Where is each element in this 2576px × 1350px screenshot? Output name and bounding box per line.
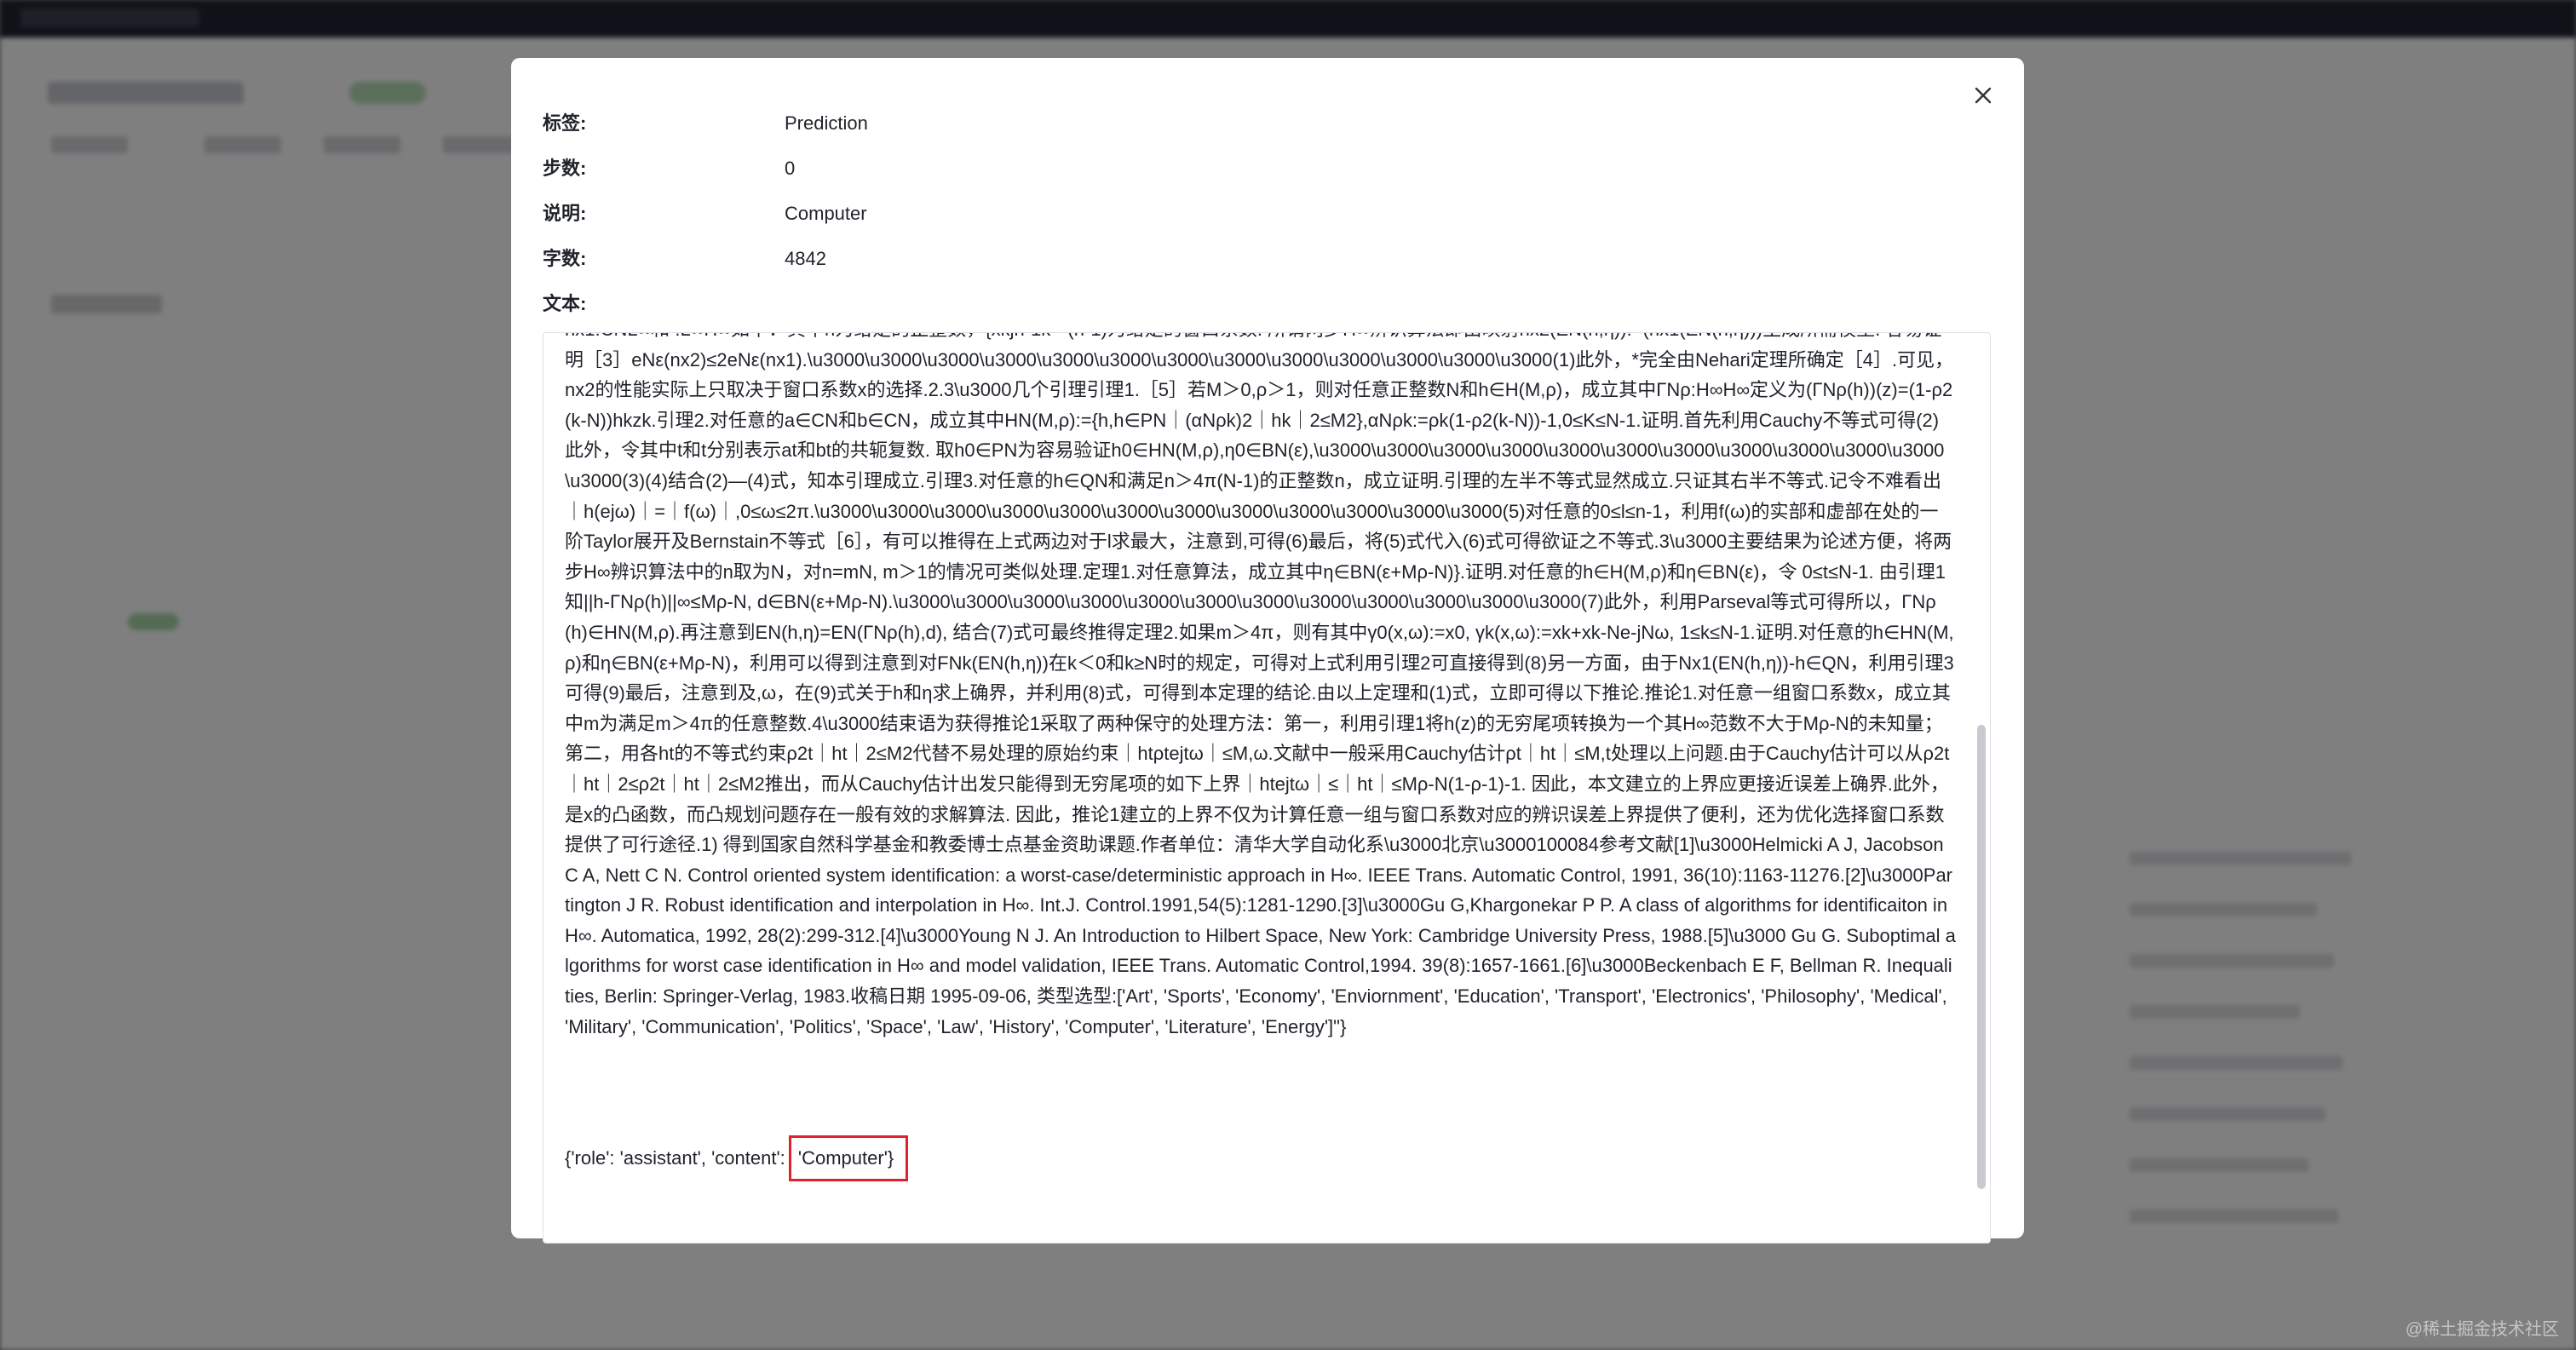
highlighted-prediction: 'Computer'}	[788, 1135, 909, 1181]
field-value: 0	[785, 158, 796, 179]
field-key: 说明:	[543, 203, 587, 224]
field-key: 文本:	[543, 293, 587, 314]
field-key: 步数:	[543, 158, 587, 179]
text-body: nx1:CNL∞和 .L∞H∞如下：其中n为给定的正整数，{xkjn-1k=-(…	[565, 333, 1956, 1037]
response-prefix: {'role': 'assistant', 'content':	[565, 1147, 791, 1169]
field-key: 标签:	[543, 112, 587, 134]
scrollbar-thumb[interactable]	[1977, 725, 1986, 1189]
text-scroll-area[interactable]: nx1:CNL∞和 .L∞H∞如下：其中n为给定的正整数，{xkjn-1k=-(…	[543, 332, 1991, 1244]
field-label-row: 标签: Prediction	[543, 111, 868, 136]
field-description-row: 说明: Computer	[543, 201, 867, 227]
close-button[interactable]	[1966, 78, 2000, 112]
detail-modal: 标签: Prediction 步数: 0 说明: Computer 字数: 48…	[511, 58, 2024, 1244]
field-steps-row: 步数: 0	[543, 156, 795, 181]
field-value: Computer	[785, 203, 867, 224]
watermark: @稀土掘金技术社区	[2405, 1320, 2559, 1339]
close-icon	[1975, 87, 1992, 104]
field-value: 4842	[785, 248, 826, 269]
field-key: 字数:	[543, 248, 587, 269]
field-text-row: 文本:	[543, 291, 785, 317]
field-value: Prediction	[785, 112, 868, 134]
assistant-response: {'role': 'assistant', 'content': 'Comput…	[565, 1135, 909, 1181]
field-wordcount-row: 字数: 4842	[543, 246, 826, 272]
